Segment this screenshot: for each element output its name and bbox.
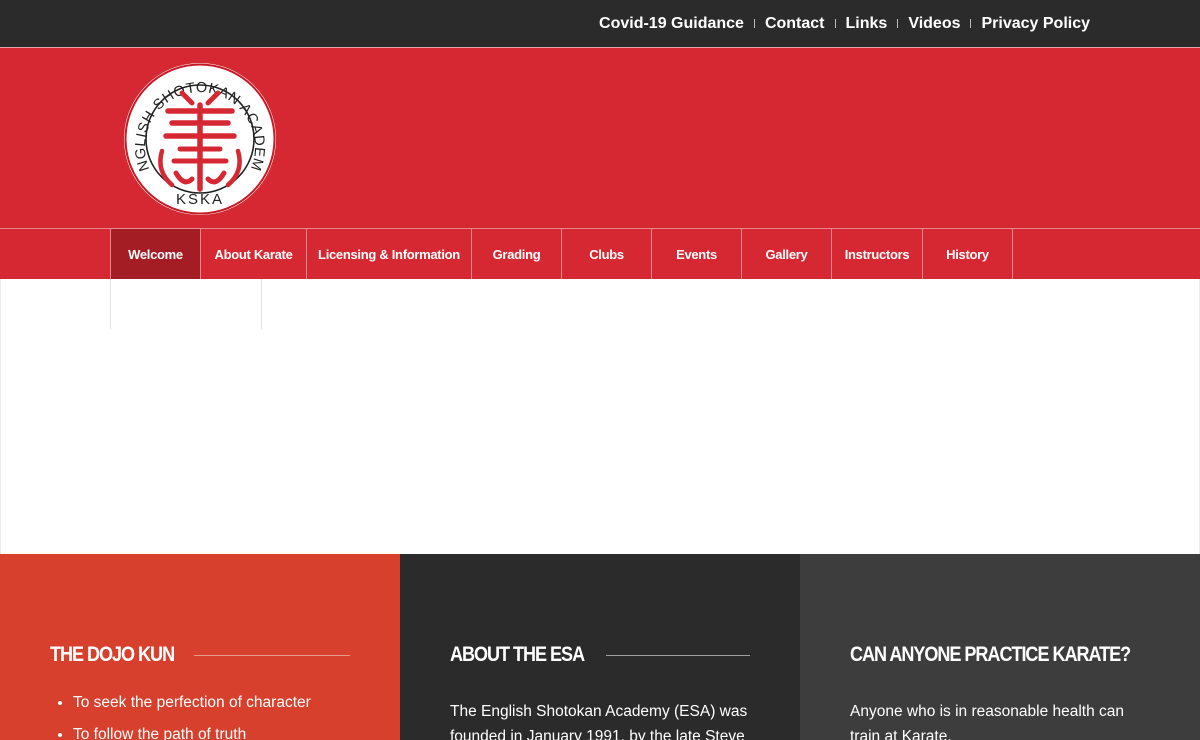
heading-rule xyxy=(194,654,350,656)
nav-item-licensing[interactable]: Licensing & Information xyxy=(307,229,472,279)
submenu-divider xyxy=(110,279,111,329)
separator xyxy=(897,19,899,28)
list-item: To follow the path of truth xyxy=(73,719,311,740)
practice-karate-heading: CAN ANYONE PRACTICE KARATE? xyxy=(850,643,1131,666)
about-esa-heading: ABOUT THE ESA xyxy=(450,643,585,666)
academy-logo[interactable]: ENGLISH SHOTOKAN ACADEMY KSKA xyxy=(122,61,278,217)
top-link-covid[interactable]: Covid-19 Guidance xyxy=(599,15,744,33)
practice-karate-panel: CAN ANYONE PRACTICE KARATE? Anyone who i… xyxy=(800,554,1200,740)
dojo-kun-heading: THE DOJO KUN xyxy=(50,643,175,666)
nav-item-welcome[interactable]: Welcome xyxy=(110,229,201,279)
top-link-links[interactable]: Links xyxy=(846,15,888,33)
about-esa-text: The English Shotokan Academy (ESA) was f… xyxy=(450,703,748,740)
top-link-contact[interactable]: Contact xyxy=(765,15,825,33)
list-item: To seek the perfection of character xyxy=(73,687,311,719)
submenu-divider xyxy=(261,279,262,329)
nav-item-events[interactable]: Events xyxy=(652,229,742,279)
logo-bottom-text: KSKA xyxy=(176,191,224,208)
nav-item-gallery[interactable]: Gallery xyxy=(742,229,832,279)
content-border xyxy=(0,279,1,554)
about-esa-panel: ABOUT THE ESA The English Shotokan Acade… xyxy=(400,554,800,740)
nav-item-about-karate[interactable]: About Karate xyxy=(201,229,307,279)
separator xyxy=(753,19,755,28)
top-bar: Covid-19 Guidance Contact Links Videos P… xyxy=(0,0,1200,47)
site-header: ENGLISH SHOTOKAN ACADEMY KSKA xyxy=(0,47,1200,228)
heading-rule xyxy=(605,654,750,656)
top-links: Covid-19 Guidance Contact Links Videos P… xyxy=(599,0,1090,47)
nav-item-grading[interactable]: Grading xyxy=(472,229,562,279)
main-nav: Welcome About Karate Licensing & Informa… xyxy=(0,228,1200,279)
dojo-kun-list: To seek the perfection of character To f… xyxy=(50,687,311,740)
dojo-kun-panel: THE DOJO KUN To seek the perfection of c… xyxy=(0,554,400,740)
top-link-videos[interactable]: Videos xyxy=(908,15,960,33)
top-link-privacy[interactable]: Privacy Policy xyxy=(981,15,1090,33)
nav-item-clubs[interactable]: Clubs xyxy=(562,229,652,279)
nav-item-history[interactable]: History xyxy=(923,229,1013,279)
separator xyxy=(834,19,836,28)
nav-item-instructors[interactable]: Instructors xyxy=(832,229,923,279)
separator xyxy=(970,19,972,28)
practice-karate-text: Anyone who is in reasonable health can t… xyxy=(850,703,1125,740)
